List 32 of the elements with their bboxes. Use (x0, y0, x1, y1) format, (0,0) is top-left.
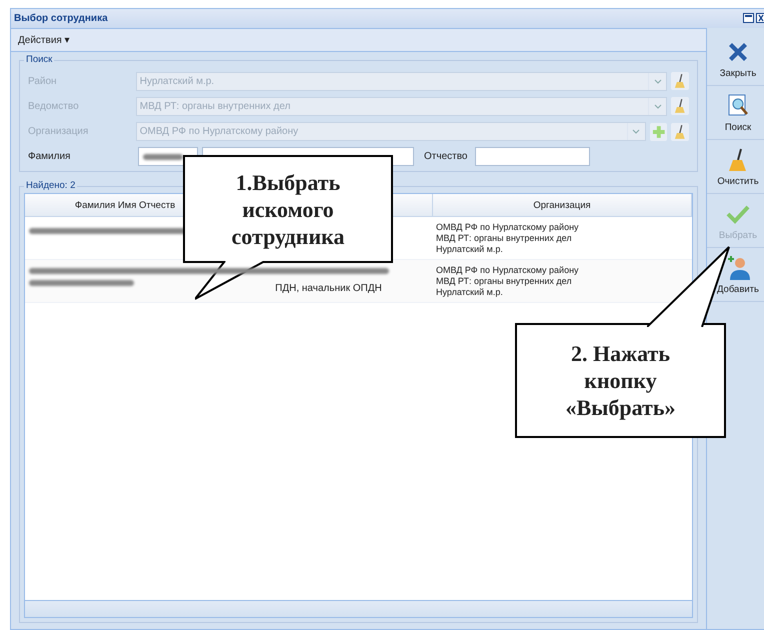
table-cell-text: ОМВД РФ по Нурлатскому району (436, 264, 580, 276)
maximize-icon[interactable] (743, 13, 754, 23)
broom-icon[interactable] (671, 122, 689, 141)
field-label: Организация (28, 126, 90, 138)
table-cell-text: МВД РТ: органы внутренних дел (436, 232, 573, 244)
add-user-icon (725, 254, 751, 280)
table-cell-text: МВД РТ: органы внутренних дел (436, 276, 573, 286)
table-cell: ПДН, начальник ОПДН (275, 283, 382, 294)
patronymic-field[interactable] (475, 147, 590, 166)
column-header[interactable]: Организация (433, 194, 692, 216)
table-row[interactable]: ПДН, начальник ОПДН ОМВД РФ по Нурлатскому району МВД РТ: органы внутренних дел Нурлатский м.р. (25, 260, 692, 303)
actions-menu[interactable]: Действия ▾ (15, 32, 73, 48)
dropdown-icon (654, 78, 662, 84)
redacted-text (143, 154, 183, 160)
panel-legend: Найдено: 2 (24, 180, 78, 191)
callout-text: 1.Выбрать искомого сотрудника (230, 168, 346, 250)
field-label: Ведомство (28, 100, 80, 112)
field-label: Отчество (424, 151, 468, 162)
field-label: Район (28, 76, 58, 87)
table-cell-text: Нурлатский м.р. (436, 244, 504, 254)
toolbar-button[interactable]: Поиск (707, 86, 764, 140)
window-title: Выбор сотрудника (14, 13, 108, 24)
callout-text: 2. Нажать кнопку «Выбрать» (564, 340, 676, 421)
dropdown-icon (632, 129, 640, 134)
table-cell-text: ОМВД РФ по Нурлатскому району (436, 222, 580, 232)
toolbar-button[interactable]: Очистить (707, 140, 764, 194)
dropdown-icon (654, 104, 662, 109)
panel-legend: Поиск (24, 54, 54, 65)
toolbar-button[interactable]: Закрыть (707, 32, 764, 86)
table-cell-text: Нурлатский м.р. (436, 286, 504, 298)
field-label: Фамилия (28, 151, 72, 162)
close-icon[interactable] (756, 13, 764, 23)
